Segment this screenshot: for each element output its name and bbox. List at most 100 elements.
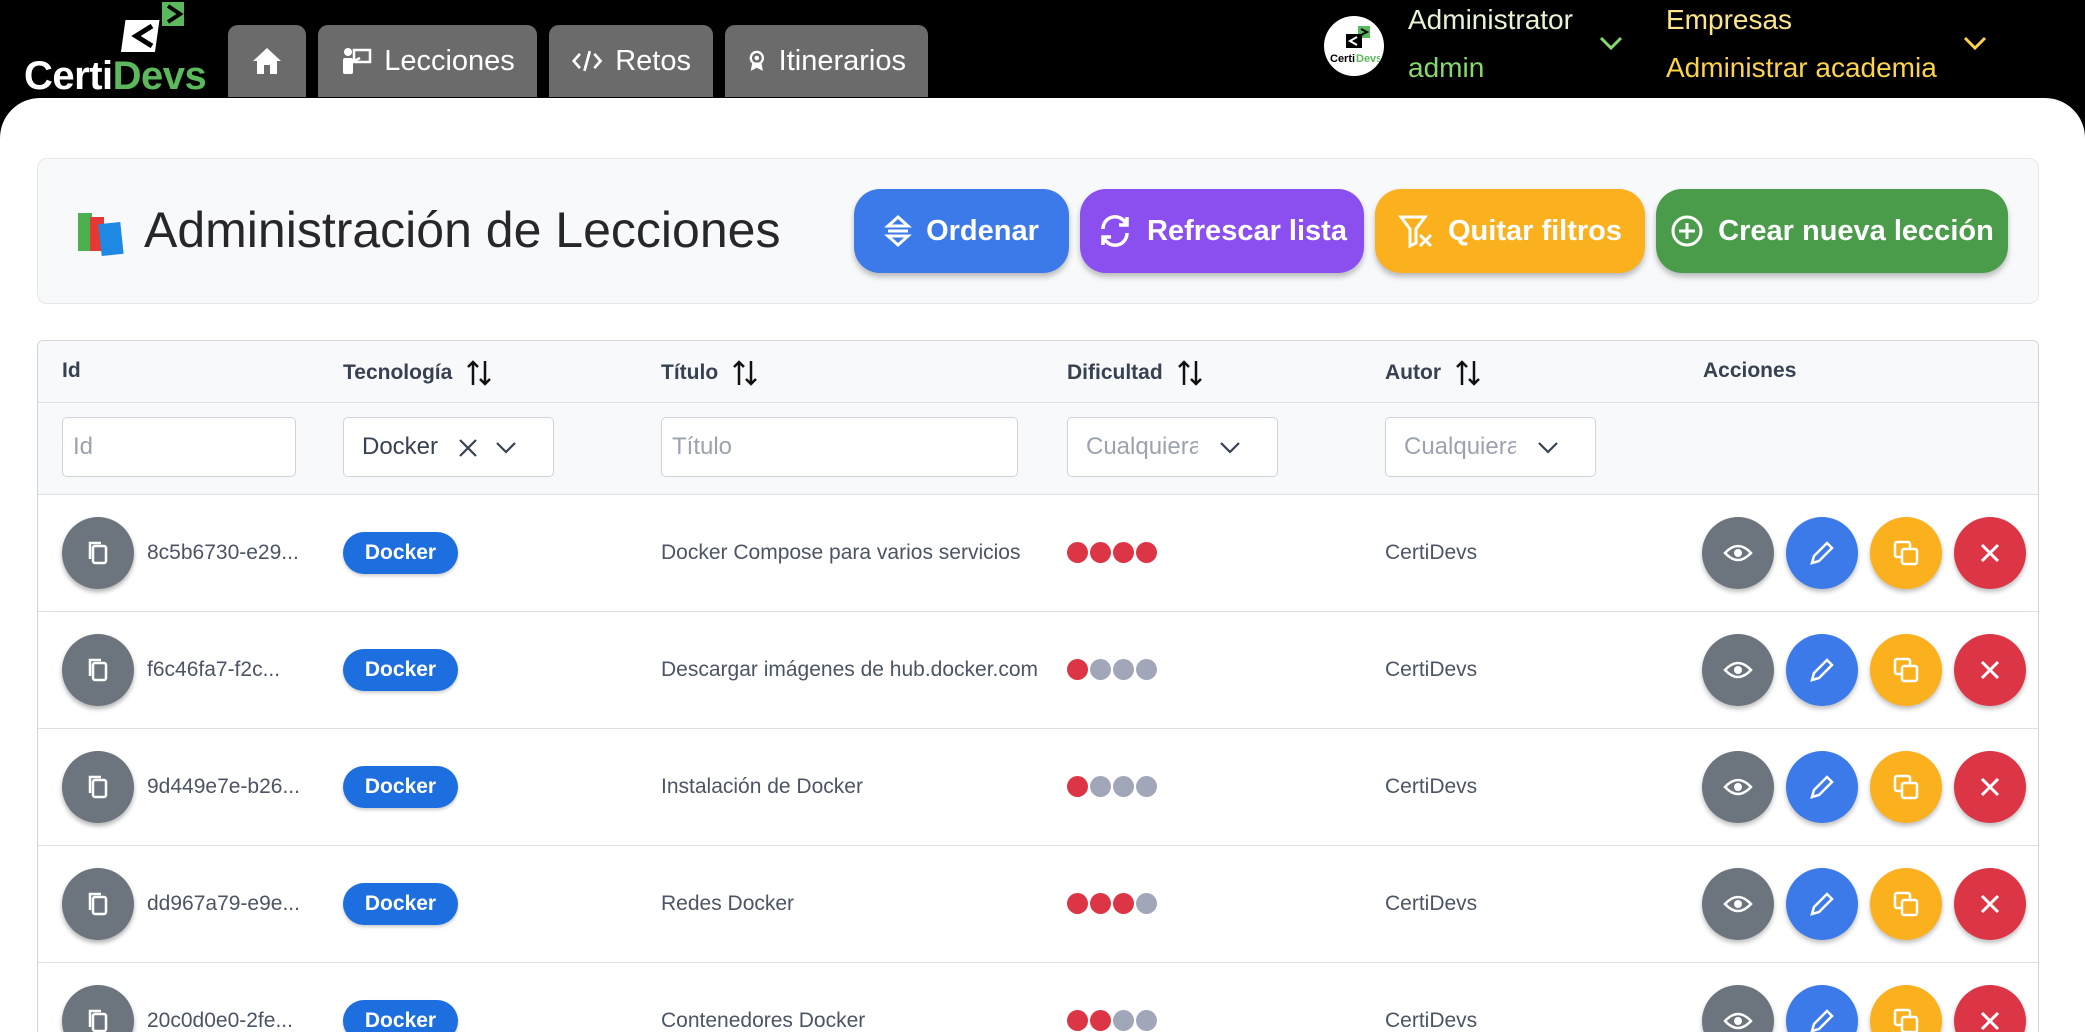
clear-selection-icon[interactable] bbox=[456, 436, 480, 460]
tab-lecciones[interactable]: Lecciones bbox=[318, 25, 537, 97]
user-name[interactable]: Administrator bbox=[1408, 4, 1573, 36]
duplicate-icon bbox=[1893, 1008, 1919, 1032]
clear-filters-button[interactable]: Quitar filtros bbox=[1375, 189, 1645, 273]
sort-arrows-icon[interactable] bbox=[466, 359, 492, 387]
edit-button[interactable] bbox=[1786, 751, 1858, 823]
id-filter-input[interactable] bbox=[73, 433, 295, 461]
author-filter-placeholder: Cualquiera bbox=[1404, 433, 1516, 460]
create-lesson-button[interactable]: Crear nueva lección bbox=[1656, 189, 2008, 273]
author-filter-select[interactable]: Cualquiera bbox=[1385, 417, 1596, 477]
sort-arrows-icon[interactable] bbox=[732, 359, 758, 387]
company-name[interactable]: Empresas bbox=[1666, 4, 1792, 36]
delete-button[interactable] bbox=[1954, 751, 2026, 823]
tab-lecciones-label: Lecciones bbox=[384, 44, 515, 77]
top-navbar: CertiDevs Lecciones Retos Itinerarios Ce… bbox=[0, 0, 2085, 100]
sort-arrows-icon[interactable] bbox=[1455, 359, 1481, 387]
title-filter-input[interactable] bbox=[672, 433, 1017, 461]
refresh-list-button[interactable]: Refrescar lista bbox=[1080, 189, 1364, 273]
eye-icon bbox=[1723, 778, 1753, 796]
delete-x-icon bbox=[1980, 1011, 2000, 1031]
copy-id-button[interactable] bbox=[62, 985, 134, 1032]
copy-id-button[interactable] bbox=[62, 634, 134, 706]
table-row: 9d449e7e-b26... Docker Instalación de Dock… bbox=[38, 729, 2038, 846]
delete-x-icon bbox=[1980, 543, 2000, 563]
lesson-id: f6c46fa7-f2c... bbox=[147, 658, 281, 681]
tech-badge: Docker bbox=[343, 1000, 458, 1032]
column-tech-label: Tecnología bbox=[343, 361, 453, 384]
delete-button[interactable] bbox=[1954, 517, 2026, 589]
tab-home[interactable] bbox=[228, 25, 306, 97]
column-header-tech[interactable]: Tecnología bbox=[343, 359, 492, 387]
duplicate-button[interactable] bbox=[1870, 634, 1942, 706]
difficulty-dot-filled bbox=[1136, 542, 1157, 563]
chevron-down-icon[interactable] bbox=[494, 436, 518, 460]
page-header: Administración de Lecciones Ordenar Refr… bbox=[37, 158, 2039, 304]
sort-button[interactable]: Ordenar bbox=[854, 189, 1069, 273]
duplicate-icon bbox=[1893, 774, 1919, 800]
view-button[interactable] bbox=[1702, 985, 1774, 1032]
difficulty-dot-empty bbox=[1136, 659, 1157, 680]
difficulty-filter-select[interactable]: Cualquiera bbox=[1067, 417, 1278, 477]
company-role[interactable]: Administrar academia bbox=[1666, 52, 1937, 84]
company-menu-chevron-down-icon[interactable] bbox=[1962, 34, 1988, 52]
lesson-author: CertiDevs bbox=[1385, 541, 1478, 564]
column-header-author[interactable]: Autor bbox=[1385, 359, 1481, 387]
tab-itinerarios[interactable]: Itinerarios bbox=[725, 25, 928, 97]
column-header-title[interactable]: Título bbox=[661, 359, 758, 387]
filter-row: Docker Cualquiera Cualquiera bbox=[38, 403, 2038, 495]
column-header-difficulty[interactable]: Dificultad bbox=[1067, 359, 1203, 387]
table-row: 20c0d0e0-2fe... Docker Contenedores Docker… bbox=[38, 963, 2038, 1032]
view-button[interactable] bbox=[1702, 634, 1774, 706]
chevron-down-icon[interactable] bbox=[1536, 436, 1560, 460]
view-button[interactable] bbox=[1702, 868, 1774, 940]
duplicate-icon bbox=[1893, 540, 1919, 566]
lesson-author: CertiDevs bbox=[1385, 658, 1478, 681]
logo-text-devs: Devs bbox=[112, 54, 207, 98]
duplicate-button[interactable] bbox=[1870, 868, 1942, 940]
column-header-id: Id bbox=[62, 359, 81, 383]
main-content: Administración de Lecciones Ordenar Refr… bbox=[0, 98, 2085, 1032]
delete-button[interactable] bbox=[1954, 985, 2026, 1032]
difficulty-dot-filled bbox=[1067, 776, 1088, 797]
delete-x-icon bbox=[1980, 660, 2000, 680]
edit-button[interactable] bbox=[1786, 868, 1858, 940]
copy-id-button[interactable] bbox=[62, 517, 134, 589]
copy-id-button[interactable] bbox=[62, 751, 134, 823]
pencil-icon bbox=[1810, 1009, 1834, 1032]
user-menu-chevron-down-icon[interactable] bbox=[1598, 34, 1624, 52]
edit-button[interactable] bbox=[1786, 634, 1858, 706]
difficulty-dot-empty bbox=[1136, 893, 1157, 914]
duplicate-button[interactable] bbox=[1870, 517, 1942, 589]
difficulty-dot-filled bbox=[1090, 1010, 1111, 1031]
edit-button[interactable] bbox=[1786, 517, 1858, 589]
difficulty-indicator bbox=[1067, 893, 1157, 914]
avatar[interactable]: Certi Devs bbox=[1324, 16, 1384, 76]
duplicate-button[interactable] bbox=[1870, 751, 1942, 823]
tab-retos[interactable]: Retos bbox=[549, 25, 713, 97]
svg-text:Certi: Certi bbox=[1330, 53, 1355, 65]
duplicate-button[interactable] bbox=[1870, 985, 1942, 1032]
copy-id-button[interactable] bbox=[62, 868, 134, 940]
difficulty-filter-placeholder: Cualquiera bbox=[1086, 433, 1198, 460]
lesson-title: Contenedores Docker bbox=[661, 1009, 866, 1032]
difficulty-dot-filled bbox=[1113, 893, 1134, 914]
logo-text-certi: Certi bbox=[24, 54, 113, 98]
tech-badge: Docker bbox=[343, 883, 458, 925]
difficulty-dot-empty bbox=[1113, 659, 1134, 680]
user-role[interactable]: admin bbox=[1408, 52, 1484, 84]
delete-button[interactable] bbox=[1954, 868, 2026, 940]
difficulty-indicator bbox=[1067, 776, 1157, 797]
view-button[interactable] bbox=[1702, 751, 1774, 823]
refresh-icon bbox=[1101, 215, 1129, 247]
title-filter[interactable] bbox=[661, 417, 1018, 477]
table-row: f6c46fa7-f2c... Docker Descargar imágenes … bbox=[38, 612, 2038, 729]
edit-button[interactable] bbox=[1786, 985, 1858, 1032]
delete-button[interactable] bbox=[1954, 634, 2026, 706]
lesson-id: 20c0d0e0-2fe... bbox=[147, 1009, 293, 1032]
sort-arrows-icon[interactable] bbox=[1177, 359, 1203, 387]
id-filter[interactable] bbox=[62, 417, 296, 477]
chevron-down-icon[interactable] bbox=[1218, 436, 1242, 460]
certidevs-logo[interactable]: CertiDevs bbox=[24, 2, 207, 98]
tech-filter-select[interactable]: Docker bbox=[343, 417, 554, 477]
view-button[interactable] bbox=[1702, 517, 1774, 589]
